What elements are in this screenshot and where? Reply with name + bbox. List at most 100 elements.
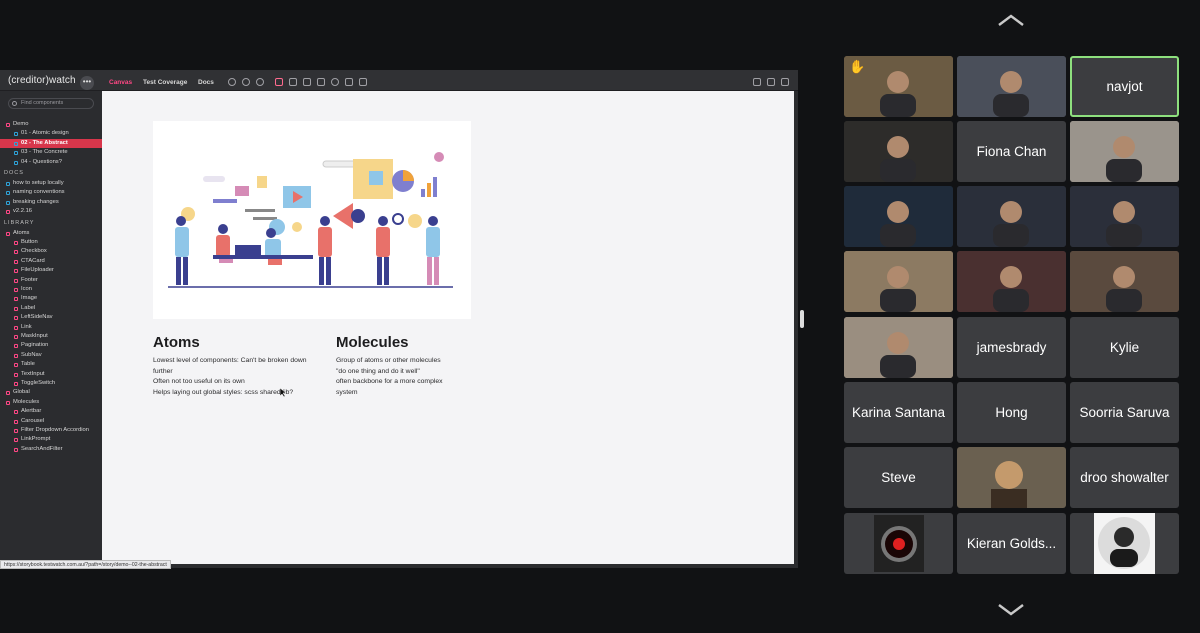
participant-tile[interactable] [844,121,953,182]
participant-tile[interactable]: Kieran Golds... [957,513,1066,574]
background-icon[interactable] [289,78,297,86]
story-icon [14,151,18,156]
participant-tile[interactable] [1070,251,1179,312]
zoom-out-icon[interactable] [242,78,250,86]
participant-tile[interactable] [1070,121,1179,182]
tab-test-coverage[interactable]: Test Coverage [143,79,187,86]
open-new-tab-icon[interactable] [767,78,775,86]
participant-tile[interactable]: jamesbrady [957,317,1066,378]
sidebar-item-molecule[interactable]: LinkPrompt [0,435,102,444]
participant-tile[interactable] [1070,186,1179,247]
sidebar-item-demo[interactable]: 02 - The Abstract [0,138,102,148]
sidebar-item-atom[interactable]: Image [0,294,102,303]
participant-name: Kylie [1109,340,1140,355]
component-icon [14,288,18,292]
docs-section-header[interactable]: DOCS [4,170,24,176]
component-icon [14,382,18,386]
component-icon [14,241,18,245]
sidebar-item-molecule[interactable]: Alertbar [0,407,102,416]
participant-tile[interactable]: Kylie [1070,317,1179,378]
sidebar-item-atom[interactable]: TextInput [0,370,102,379]
grid-icon[interactable] [275,78,283,86]
viewport-icon[interactable] [303,78,311,86]
sidebar-item-atom[interactable]: Link [0,323,102,332]
sidebar-item-molecule[interactable]: SearchAndFilter [0,445,102,454]
status-url: https://storybook.testwatch.com.au/?path… [0,560,171,569]
sidebar-item-demo[interactable]: 03 - The Concrete [0,148,102,157]
copy-link-icon[interactable] [781,78,789,86]
addons-icon[interactable] [359,78,367,86]
zoom-reset-icon[interactable] [256,78,264,86]
storybook-sidebar: Find components Demo 01 - Atomic design 02… [0,91,102,568]
component-icon [14,344,18,349]
participant-tile[interactable] [1070,513,1179,574]
sidebar-item-doc[interactable]: v2.2.16 [0,207,102,216]
component-icon [14,297,18,302]
a11y-icon[interactable] [345,78,353,86]
chevron-down-icon[interactable] [996,602,1026,618]
participant-tile[interactable] [957,251,1066,312]
outline-icon[interactable] [317,78,325,86]
sidebar-item-doc[interactable]: naming conventions [0,188,102,197]
component-icon [6,123,10,127]
sidebar-item-demo[interactable]: 01 - Atomic design [0,129,102,138]
sidebar-group-demo[interactable]: Demo [0,120,102,129]
sidebar-item-molecule[interactable]: Carousel [0,417,102,426]
sidebar-label: Footer [21,276,38,283]
sidebar-item-atom[interactable]: ToggleSwitch [0,379,102,388]
sidebar-label: 02 - The Abstract [21,139,68,146]
sidebar-item-atom[interactable]: FileUploader [0,266,102,275]
sidebar-item-atom[interactable]: LeftSideNav [0,313,102,322]
search-input[interactable]: Find components [8,98,94,109]
participant-tile[interactable]: Fiona Chan [957,121,1066,182]
sidebar-item-atom[interactable]: SubNav [0,351,102,360]
participant-tile[interactable]: Hong [957,382,1066,443]
sidebar-item-doc[interactable]: breaking changes [0,198,102,207]
library-section-header[interactable]: LIBRARY [4,220,34,226]
sidebar-item-demo[interactable]: 04 - Questions? [0,158,102,167]
component-icon [14,429,18,433]
more-menu-icon[interactable]: ••• [80,76,94,90]
sidebar-item-atom[interactable]: MaskInput [0,332,102,341]
participant-tile[interactable]: Steve [844,447,953,508]
sidebar-item-atom[interactable]: Table [0,360,102,369]
participant-tile[interactable] [844,251,953,312]
zoom-in-icon[interactable] [228,78,236,86]
participant-tile[interactable] [957,447,1066,508]
sidebar-item-doc[interactable]: how to setup locally [0,179,102,188]
participant-tile[interactable]: Karina Santana [844,382,953,443]
sidebar-group-molecules[interactable]: Molecules [0,398,102,407]
resize-handle[interactable] [800,310,804,328]
video-feed [981,447,1042,508]
participant-tile[interactable]: ✋ [844,56,953,117]
participant-tile[interactable]: navjot [1070,56,1179,117]
sidebar-label: TextInput [21,370,45,377]
participant-tile[interactable] [957,186,1066,247]
sidebar-item-atom[interactable]: Label [0,304,102,313]
sidebar-label: Icon [21,286,32,292]
tab-docs[interactable]: Docs [198,79,214,86]
fullscreen-icon[interactable] [753,78,761,86]
sidebar-item-atom[interactable]: Pagination [0,341,102,350]
tab-canvas[interactable]: Canvas [109,79,132,86]
sidebar-item-atom[interactable]: Footer [0,276,102,285]
participant-tile[interactable] [844,513,953,574]
sidebar-group-global[interactable]: Global [0,388,102,397]
participant-tile[interactable] [844,317,953,378]
sidebar-item-molecule[interactable]: Filter Dropdown Accordion [0,426,102,435]
sidebar-group-atoms[interactable]: Atoms [0,229,102,238]
molecules-line: "do one thing and do it well" [336,367,420,375]
measure-icon[interactable] [331,78,339,86]
participant-tile[interactable] [957,56,1066,117]
participant-tile[interactable]: Soorria Saruva [1070,382,1179,443]
participant-tile[interactable] [844,186,953,247]
sidebar-item-atom[interactable]: Icon [0,285,102,294]
sidebar-item-atom[interactable]: Checkbox [0,247,102,256]
chevron-up-icon[interactable] [996,12,1026,28]
participant-name: navjot [1106,79,1143,94]
participant-tile[interactable]: droo showalter [1070,447,1179,508]
sidebar-item-atom[interactable]: Button [0,238,102,247]
sidebar-label: CTACard [21,257,45,264]
sidebar-item-atom[interactable]: CTACard [0,257,102,266]
sidebar-label: Checkbox [21,248,47,255]
